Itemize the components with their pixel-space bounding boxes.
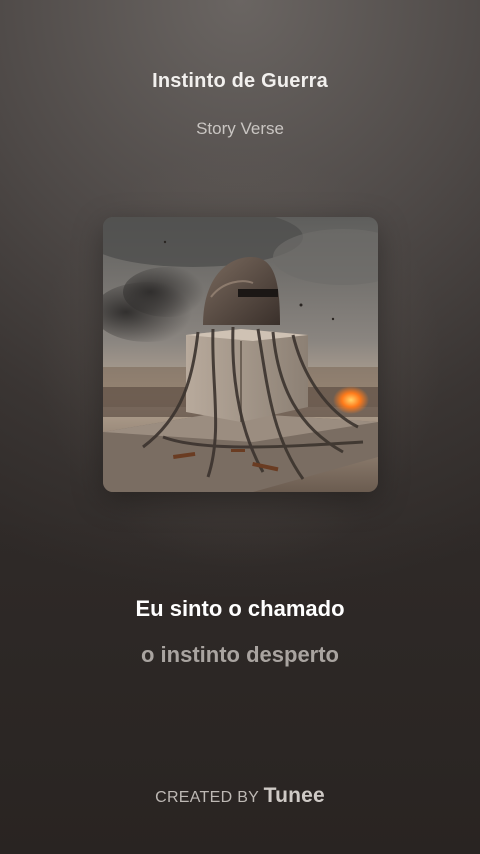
brand-logo-text: Tunee [263, 784, 325, 807]
artist-name: Story Verse [196, 119, 284, 138]
album-cover [103, 217, 378, 492]
next-lyric-line: o instinto desperto [141, 642, 339, 667]
created-by-label: CREATED BY [155, 789, 259, 806]
current-lyric-line: Eu sinto o chamado [135, 596, 345, 621]
cover-art-illustration [103, 217, 378, 492]
song-title: Instinto de Guerra [152, 70, 328, 92]
created-by-footer: CREATED BY Tunee [0, 784, 480, 808]
